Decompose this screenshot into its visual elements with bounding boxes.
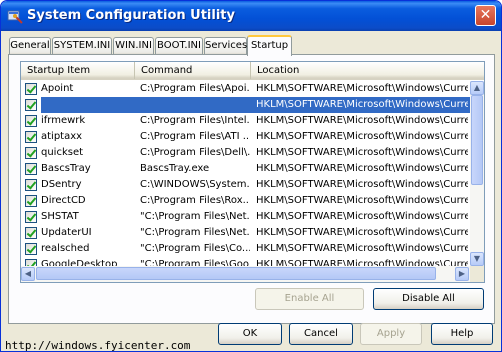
cell-location: HKLM\SOFTWARE\Microsoft\Windows\CurrentV… <box>256 211 468 222</box>
scroll-up-icon[interactable]: ▲ <box>470 81 484 95</box>
table-row[interactable]: ifrmewrk C:\Program Files\Intel... HKLM\SO… <box>21 113 470 129</box>
column-location[interactable]: Location <box>251 62 484 79</box>
cell-startup-item <box>41 97 133 113</box>
cell-command: "C:\Program Files\Co... <box>140 243 250 254</box>
startup-item-checkbox[interactable] <box>25 211 37 223</box>
startup-item-checkbox[interactable] <box>25 179 37 191</box>
close-icon: ✕ <box>479 7 492 23</box>
cell-startup-item: GoogleDesktop <box>41 259 118 266</box>
cell-location: HKLM\SOFTWARE\Microsoft\Windows\CurrentV… <box>256 83 468 94</box>
cell-command: "C:\Program Files\Net... <box>140 227 250 238</box>
column-startup-item[interactable]: Startup Item <box>21 62 135 79</box>
startup-item-checkbox[interactable] <box>25 131 37 143</box>
cell-location: HKLM\SOFTWARE\Microsoft\Windows\CurrentV… <box>256 259 468 266</box>
list-body: Apoint C:\Program Files\Apoi... HKLM\SOFTW… <box>21 81 470 266</box>
cell-command: "C:\Program Files\Goo... <box>140 259 250 266</box>
table-row[interactable]: UpdaterUI "C:\Program Files\Net... HKLM\SO… <box>21 225 470 241</box>
cancel-button[interactable]: Cancel <box>289 323 353 345</box>
scroll-down-icon[interactable]: ▼ <box>470 252 484 266</box>
cell-startup-item: quickset <box>41 147 84 158</box>
table-row[interactable]: DSentry C:\WINDOWS\System... HKLM\SOFTWARE… <box>21 177 470 193</box>
tab-system-ini[interactable]: SYSTEM.INI <box>52 37 112 55</box>
scroll-corner <box>470 266 484 282</box>
horizontal-scrollbar[interactable]: ◀ ▶ <box>21 266 470 282</box>
cell-startup-item: SHSTAT <box>41 211 79 222</box>
startup-list[interactable]: Startup Item Command Location Apoint C:\P… <box>20 61 485 283</box>
cell-command: C:\Program Files\Intel... <box>140 115 250 126</box>
table-row[interactable]: BascsTray BascsTray.exe HKLM\SOFTWARE\Micr… <box>21 161 470 177</box>
cell-startup-item: realsched <box>41 243 90 254</box>
cell-command: C:\WINDOWS\System... <box>140 179 250 190</box>
disable-all-button[interactable]: Disable All <box>373 288 484 310</box>
enable-all-button[interactable]: Enable All <box>255 288 364 310</box>
help-button[interactable]: Help <box>431 323 493 345</box>
cell-location: HKLM\SOFTWARE\Microsoft\Windows\CurrentV… <box>256 227 468 238</box>
table-row[interactable]: atiptaxx C:\Program Files\ATI ... HKLM\SOF… <box>21 129 470 145</box>
table-row[interactable]: GoogleDesktop "C:\Program Files\Goo... HKL… <box>21 257 470 266</box>
cell-command: C:\Program Files\Rox... <box>140 195 250 206</box>
scroll-right-icon[interactable]: ▶ <box>455 267 469 281</box>
startup-item-checkbox[interactable] <box>25 163 37 175</box>
startup-item-checkbox[interactable] <box>25 195 37 207</box>
column-command[interactable]: Command <box>135 62 251 79</box>
cell-location: HKLM\SOFTWARE\Microsoft\Windows\CurrentV… <box>256 147 468 158</box>
cell-location: HKLM\SOFTWARE\Microsoft\Windows\CurrentV… <box>256 99 468 110</box>
title-bar[interactable]: System Configuration Utility ✕ <box>1 1 501 31</box>
startup-item-checkbox[interactable] <box>25 99 37 111</box>
cell-command: C:\Program Files\Dell\... <box>140 147 250 158</box>
window-title: System Configuration Utility <box>27 8 235 23</box>
close-button[interactable]: ✕ <box>475 5 496 26</box>
tab-boot-ini[interactable]: BOOT.INI <box>155 37 203 55</box>
cell-location: HKLM\SOFTWARE\Microsoft\Windows\CurrentV… <box>256 195 468 206</box>
table-row[interactable]: quickset C:\Program Files\Dell\... HKLM\SO… <box>21 145 470 161</box>
startup-item-checkbox[interactable] <box>25 259 37 266</box>
table-row[interactable]: Apoint C:\Program Files\Apoi... HKLM\SOFTW… <box>21 81 470 97</box>
scroll-left-icon[interactable]: ◀ <box>21 267 35 281</box>
list-header: Startup Item Command Location <box>21 62 484 80</box>
table-row[interactable]: HKLM\SOFTWARE\Microsoft\Windows\CurrentV… <box>21 97 470 113</box>
cell-startup-item: ifrmewrk <box>41 115 86 126</box>
system-configuration-window: System Configuration Utility ✕ General S… <box>0 0 502 352</box>
cell-command <box>140 97 250 113</box>
tab-win-ini[interactable]: WIN.INI <box>113 37 154 55</box>
horizontal-scroll-thumb[interactable] <box>36 267 436 280</box>
ok-button[interactable]: OK <box>218 323 282 345</box>
cell-location: HKLM\SOFTWARE\Microsoft\Windows\CurrentV… <box>256 243 468 254</box>
cell-command: BascsTray.exe <box>140 163 210 174</box>
startup-panel: Startup Item Command Location Apoint C:\P… <box>8 54 495 324</box>
msconfig-app-icon <box>7 10 23 24</box>
vertical-scrollbar[interactable]: ▲ ▼ <box>470 81 484 266</box>
cell-startup-item: atiptaxx <box>41 131 83 142</box>
cell-location: HKLM\SOFTWARE\Microsoft\Windows\CurrentV… <box>256 115 468 126</box>
cell-command: C:\Program Files\Apoi... <box>140 83 250 94</box>
startup-item-checkbox[interactable] <box>25 147 37 159</box>
startup-item-checkbox[interactable] <box>25 227 37 239</box>
cell-location: HKLM\SOFTWARE\Microsoft\Windows\CurrentV… <box>256 131 468 142</box>
cell-startup-item: Apoint <box>41 83 74 94</box>
cell-location: HKLM\SOFTWARE\Microsoft\Windows\CurrentV… <box>256 179 468 190</box>
cell-location: HKLM\SOFTWARE\Microsoft\Windows\CurrentV… <box>256 163 468 174</box>
cell-command: C:\Program Files\ATI ... <box>140 131 250 142</box>
watermark-url: http://windows.fyicenter.com <box>5 339 191 352</box>
startup-item-checkbox[interactable] <box>25 115 37 127</box>
cell-startup-item: DirectCD <box>41 195 86 206</box>
table-row[interactable]: realsched "C:\Program Files\Co... HKLM\SOF… <box>21 241 470 257</box>
tab-startup[interactable]: Startup <box>247 35 292 56</box>
cell-startup-item: BascsTray <box>41 163 91 174</box>
cell-startup-item: UpdaterUI <box>41 227 92 238</box>
tab-services[interactable]: Services <box>204 37 247 55</box>
startup-item-checkbox[interactable] <box>25 243 37 255</box>
startup-item-checkbox[interactable] <box>25 83 37 95</box>
apply-button[interactable]: Apply <box>360 323 422 345</box>
table-row[interactable]: SHSTAT "C:\Program Files\Net... HKLM\SOFTW… <box>21 209 470 225</box>
table-row[interactable]: DirectCD C:\Program Files\Rox... HKLM\SOFT… <box>21 193 470 209</box>
cell-command: "C:\Program Files\Net... <box>140 211 250 222</box>
tab-general[interactable]: General <box>9 37 51 55</box>
cell-startup-item: DSentry <box>41 179 82 190</box>
vertical-scroll-thumb[interactable] <box>471 95 483 185</box>
